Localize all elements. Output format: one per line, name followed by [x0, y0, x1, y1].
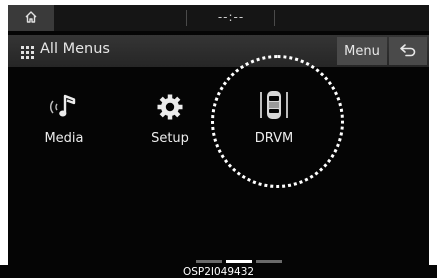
back-button[interactable]	[389, 37, 427, 65]
menu-button[interactable]: Menu	[337, 37, 387, 65]
menu-item-label: Media	[44, 131, 84, 146]
back-arrow-icon	[399, 42, 417, 61]
infotainment-screen: --:-- All Menus Menu Media Setup DRVM	[8, 5, 429, 265]
grid-menu-icon	[21, 44, 34, 59]
caption-bar: OSP2I049432	[0, 265, 437, 278]
gear-icon	[130, 89, 210, 121]
status-divider	[274, 10, 275, 26]
status-bar: --:--	[8, 5, 429, 31]
page-indicator[interactable]	[196, 260, 222, 263]
menu-item-media[interactable]: Media	[24, 89, 104, 146]
page-title: All Menus	[40, 41, 110, 57]
page-indicator[interactable]	[256, 260, 282, 263]
home-icon	[24, 9, 38, 28]
home-button[interactable]	[8, 5, 54, 31]
status-divider	[186, 10, 187, 26]
selection-highlight	[211, 55, 344, 188]
menu-item-setup[interactable]: Setup	[130, 89, 210, 146]
clock: --:--	[217, 10, 245, 24]
figure-code: OSP2I049432	[182, 266, 255, 278]
title-bar: All Menus Menu	[8, 35, 429, 67]
page-indicator-active[interactable]	[226, 260, 252, 263]
music-note-icon	[24, 89, 104, 121]
menu-item-label: Setup	[151, 131, 189, 146]
